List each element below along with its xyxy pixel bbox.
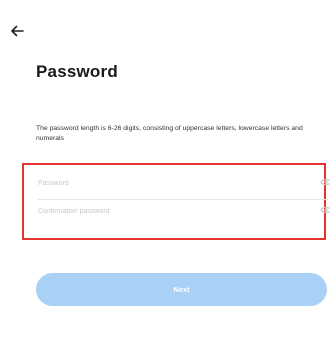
password-field (38, 171, 330, 200)
arrow-left-icon (11, 25, 24, 37)
password-page: Password The password length is 6-26 dig… (0, 0, 330, 340)
next-button[interactable]: Next (36, 273, 327, 306)
back-button[interactable] (8, 22, 26, 40)
password-input[interactable] (38, 171, 298, 195)
password-hint: The password length is 6-26 digits, cons… (36, 125, 303, 142)
eye-icon[interactable] (320, 205, 330, 215)
page-title: Password (36, 62, 118, 81)
confirm-password-input[interactable] (38, 199, 298, 223)
eye-icon[interactable] (320, 177, 330, 187)
password-form (22, 163, 330, 240)
confirm-password-field (38, 199, 330, 225)
